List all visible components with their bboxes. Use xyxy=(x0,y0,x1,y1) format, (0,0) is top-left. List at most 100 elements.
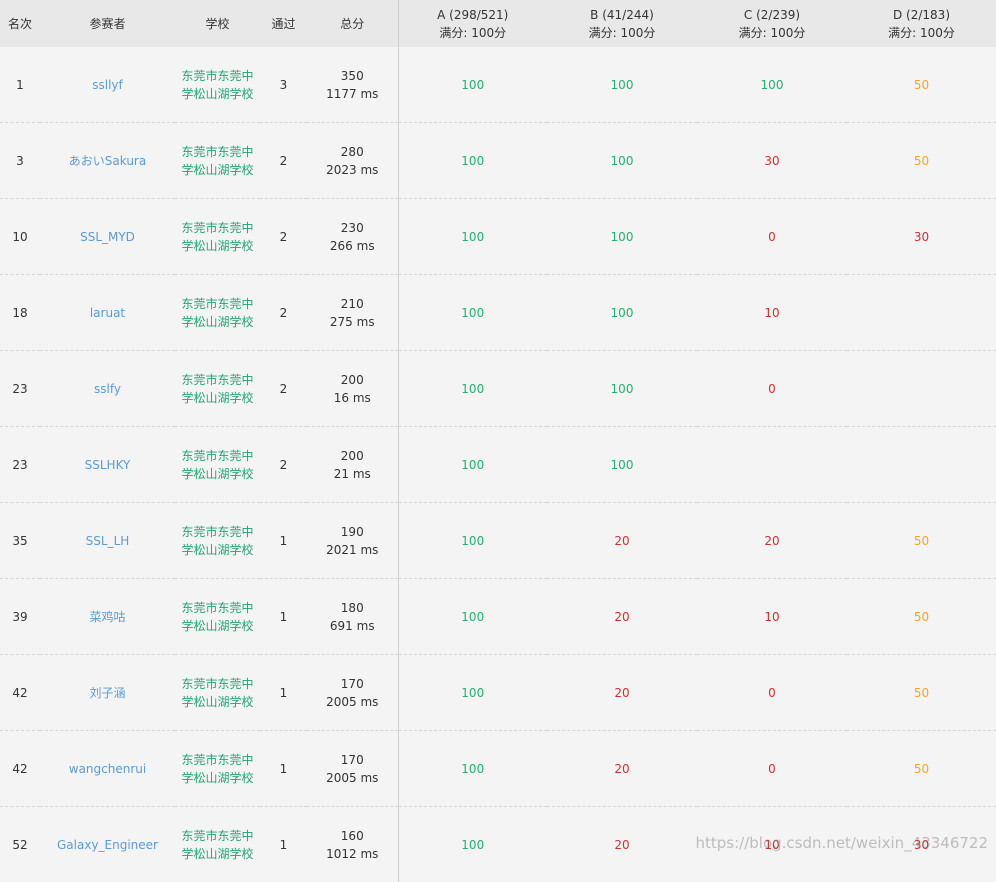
table-row: 39菜鸡咕东莞市东莞中学松山湖学校1180691 ms100201050 xyxy=(0,579,996,655)
col-total-header[interactable]: 总分 xyxy=(307,0,398,47)
passed-cell: 1 xyxy=(260,731,307,807)
total-cell: 1702005 ms xyxy=(307,731,398,807)
rank-cell: 52 xyxy=(0,807,40,882)
problem-b-full: 满分: 100分 xyxy=(547,24,697,42)
problem-d-score[interactable]: 50 xyxy=(847,503,996,579)
col-school-header[interactable]: 学校 xyxy=(175,0,260,47)
passed-cell: 1 xyxy=(260,503,307,579)
total-cell: 1702005 ms xyxy=(307,655,398,731)
problem-d-full: 满分: 100分 xyxy=(847,24,996,42)
problem-d-score[interactable]: 50 xyxy=(847,47,996,123)
problem-b-score[interactable]: 100 xyxy=(547,47,697,123)
col-rank-header[interactable]: 名次 xyxy=(0,0,40,47)
school-line: 东莞市东莞中 xyxy=(175,523,260,541)
user-cell: 菜鸡咕 xyxy=(40,579,175,655)
problem-c-score[interactable]: 10 xyxy=(697,807,847,882)
user-cell: laruat xyxy=(40,275,175,351)
problem-d-title[interactable]: D (2/183) xyxy=(847,6,996,24)
problem-d-score[interactable]: 30 xyxy=(847,199,996,275)
school-line: 学松山湖学校 xyxy=(175,389,260,407)
total-score: 170 xyxy=(307,751,398,769)
problem-a-score[interactable]: 100 xyxy=(398,655,547,731)
problem-c-score[interactable]: 100 xyxy=(697,47,847,123)
problem-c-score[interactable]: 0 xyxy=(697,351,847,427)
school-cell: 东莞市东莞中学松山湖学校 xyxy=(175,503,260,579)
problem-c-score[interactable]: 10 xyxy=(697,275,847,351)
total-score: 180 xyxy=(307,599,398,617)
table-row: 42wangchenrui东莞市东莞中学松山湖学校11702005 ms1002… xyxy=(0,731,996,807)
total-time: 1012 ms xyxy=(307,845,398,863)
problem-b-score[interactable]: 20 xyxy=(547,503,697,579)
user-link[interactable]: wangchenrui xyxy=(69,762,146,776)
problem-d-score[interactable]: 50 xyxy=(847,123,996,199)
school-line: 学松山湖学校 xyxy=(175,541,260,559)
user-link[interactable]: SSLHKY xyxy=(85,458,131,472)
problem-b-score[interactable]: 20 xyxy=(547,807,697,882)
problem-a-score[interactable]: 100 xyxy=(398,199,547,275)
problem-d-score xyxy=(847,351,996,427)
problem-b-score[interactable]: 20 xyxy=(547,731,697,807)
school-line: 学松山湖学校 xyxy=(175,85,260,103)
user-cell: 刘子涵 xyxy=(40,655,175,731)
user-link[interactable]: laruat xyxy=(90,306,125,320)
user-link[interactable]: 刘子涵 xyxy=(89,686,125,700)
problem-a-score[interactable]: 100 xyxy=(398,807,547,882)
problem-a-score[interactable]: 100 xyxy=(398,579,547,655)
user-link[interactable]: Galaxy_Engineer xyxy=(57,838,158,852)
problem-a-score[interactable]: 100 xyxy=(398,503,547,579)
problem-c-score[interactable]: 0 xyxy=(697,199,847,275)
problem-c-score[interactable]: 30 xyxy=(697,123,847,199)
problem-a-score[interactable]: 100 xyxy=(398,427,547,503)
problem-a-score[interactable]: 100 xyxy=(398,47,547,123)
problem-a-score[interactable]: 100 xyxy=(398,275,547,351)
user-link[interactable]: SSL_LH xyxy=(86,534,130,548)
school-line: 学松山湖学校 xyxy=(175,237,260,255)
problem-d-score[interactable]: 50 xyxy=(847,579,996,655)
user-link[interactable]: あおいSakura xyxy=(69,154,146,168)
problem-b-score[interactable]: 20 xyxy=(547,655,697,731)
rank-cell: 42 xyxy=(0,731,40,807)
problem-d-score[interactable]: 50 xyxy=(847,731,996,807)
col-user-header[interactable]: 参赛者 xyxy=(40,0,175,47)
problem-c-score[interactable]: 20 xyxy=(697,503,847,579)
school-line: 东莞市东莞中 xyxy=(175,447,260,465)
problem-a-title[interactable]: A (298/521) xyxy=(399,6,548,24)
problem-b-score[interactable]: 100 xyxy=(547,199,697,275)
user-link[interactable]: sslfy xyxy=(94,382,121,396)
col-problem-b-header[interactable]: B (41/244) 满分: 100分 xyxy=(547,0,697,47)
school-cell: 东莞市东莞中学松山湖学校 xyxy=(175,351,260,427)
user-link[interactable]: 菜鸡咕 xyxy=(89,610,125,624)
user-cell: SSLHKY xyxy=(40,427,175,503)
problem-c-title[interactable]: C (2/239) xyxy=(697,6,847,24)
user-link[interactable]: ssllyf xyxy=(92,78,123,92)
school-cell: 东莞市东莞中学松山湖学校 xyxy=(175,427,260,503)
problem-b-score[interactable]: 100 xyxy=(547,427,697,503)
total-cell: 20021 ms xyxy=(307,427,398,503)
school-line: 东莞市东莞中 xyxy=(175,751,260,769)
problem-c-score[interactable]: 0 xyxy=(697,731,847,807)
problem-b-title[interactable]: B (41/244) xyxy=(547,6,697,24)
school-line: 东莞市东莞中 xyxy=(175,219,260,237)
table-header-row: 名次 参赛者 学校 通过 总分 A (298/521) 满分: 100分 B (… xyxy=(0,0,996,47)
problem-a-score[interactable]: 100 xyxy=(398,731,547,807)
table-row: 42刘子涵东莞市东莞中学松山湖学校11702005 ms10020050 xyxy=(0,655,996,731)
col-passed-header[interactable]: 通过 xyxy=(260,0,307,47)
problem-c-score[interactable]: 10 xyxy=(697,579,847,655)
problem-a-score[interactable]: 100 xyxy=(398,351,547,427)
problem-d-score xyxy=(847,275,996,351)
problem-d-score[interactable]: 50 xyxy=(847,655,996,731)
passed-cell: 2 xyxy=(260,351,307,427)
problem-b-score[interactable]: 100 xyxy=(547,351,697,427)
problem-c-score[interactable]: 0 xyxy=(697,655,847,731)
school-cell: 东莞市东莞中学松山湖学校 xyxy=(175,275,260,351)
problem-b-score[interactable]: 100 xyxy=(547,123,697,199)
table-row: 35SSL_LH东莞市东莞中学松山湖学校11902021 ms100202050 xyxy=(0,503,996,579)
problem-b-score[interactable]: 100 xyxy=(547,275,697,351)
problem-d-score[interactable]: 30 xyxy=(847,807,996,882)
problem-a-score[interactable]: 100 xyxy=(398,123,547,199)
user-link[interactable]: SSL_MYD xyxy=(80,230,135,244)
col-problem-d-header[interactable]: D (2/183) 满分: 100分 xyxy=(847,0,996,47)
col-problem-c-header[interactable]: C (2/239) 满分: 100分 xyxy=(697,0,847,47)
problem-b-score[interactable]: 20 xyxy=(547,579,697,655)
col-problem-a-header[interactable]: A (298/521) 满分: 100分 xyxy=(398,0,547,47)
